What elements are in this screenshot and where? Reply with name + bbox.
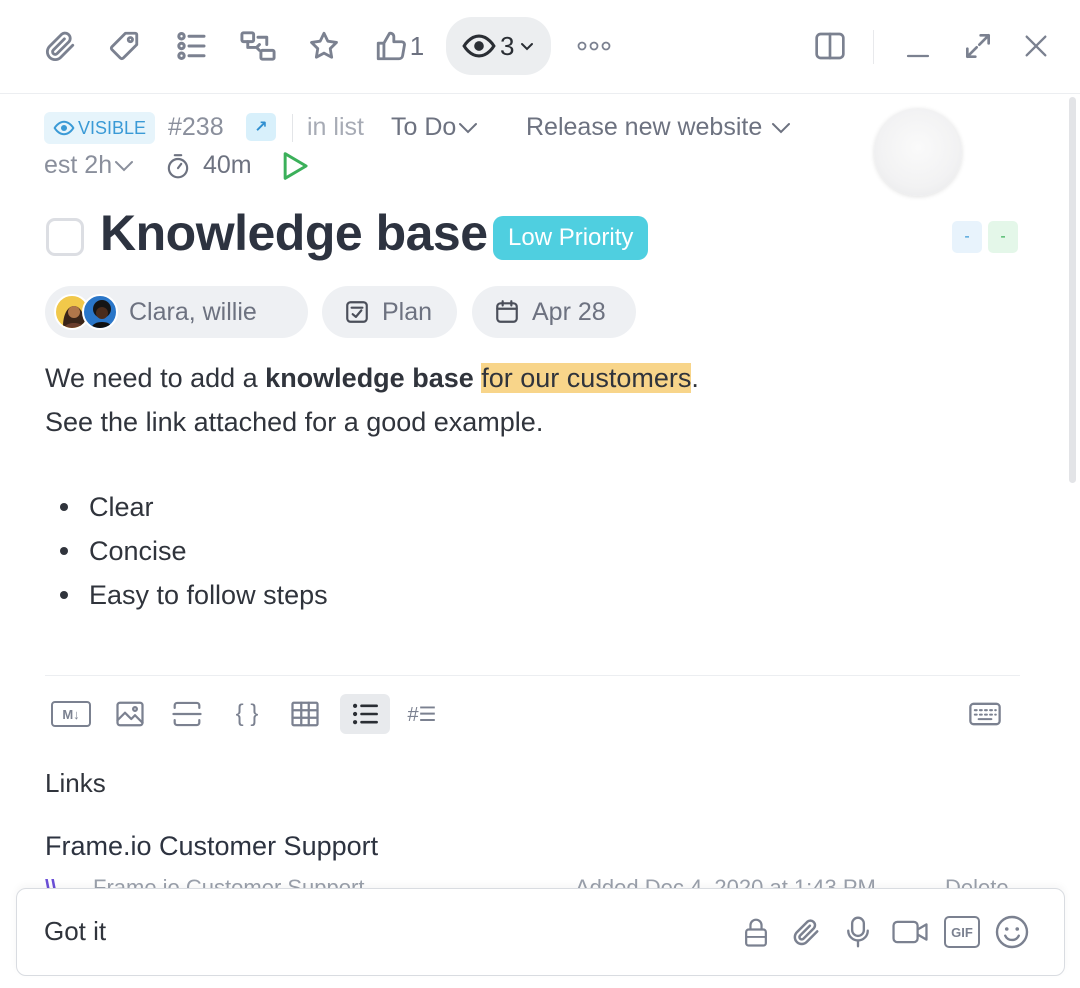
- image-icon[interactable]: [112, 694, 148, 734]
- lock-icon[interactable]: [738, 910, 774, 954]
- markdown-icon[interactable]: M↓: [50, 694, 92, 734]
- description-line-2: See the link attached for a good example…: [45, 407, 544, 437]
- assignee-avatar[interactable]: [874, 108, 962, 196]
- description-line-1: We need to add a knowledge base for our …: [45, 356, 699, 400]
- description-period: .: [691, 363, 699, 393]
- play-timer-icon[interactable]: [280, 150, 310, 182]
- open-link-icon[interactable]: ↗: [246, 113, 276, 141]
- time-tracked-value: 40m: [203, 151, 252, 179]
- chevron-down-icon: [115, 160, 134, 171]
- due-date-chip[interactable]: Apr 28: [472, 286, 636, 338]
- watchers-button[interactable]: 3: [446, 17, 552, 75]
- numbered-list-icon[interactable]: #☰: [402, 694, 442, 734]
- description-bullets: Clear Concise Easy to follow steps: [60, 485, 328, 617]
- status-value: To Do: [391, 113, 457, 141]
- checklist-icon[interactable]: [172, 22, 212, 70]
- side-panel-icon[interactable]: [812, 22, 848, 70]
- bullet-item: Clear: [60, 485, 328, 529]
- task-toolbar: 1 3: [0, 0, 1080, 94]
- list-name: Release new website: [526, 113, 763, 141]
- tag-icon[interactable]: [104, 22, 144, 70]
- meta-divider: [292, 114, 293, 142]
- divider: [45, 675, 1020, 676]
- eye-icon: [462, 34, 496, 58]
- task-description[interactable]: We need to add a knowledge base for our …: [45, 356, 699, 444]
- comment-text[interactable]: Got it: [44, 916, 106, 947]
- list-dropdown[interactable]: Release new website: [526, 113, 792, 142]
- assignees-chip[interactable]: Clara, willie: [45, 286, 308, 338]
- star-icon[interactable]: [306, 22, 342, 70]
- link-source[interactable]: Frame.io Customer Support: [93, 875, 364, 888]
- like-button[interactable]: 1: [372, 22, 426, 70]
- gif-icon[interactable]: GIF: [942, 910, 982, 954]
- task-title[interactable]: Knowledge base: [100, 204, 488, 262]
- assignees-names: Clara, willie: [129, 297, 257, 326]
- frameio-icon: \\: [45, 875, 58, 888]
- tag-green[interactable]: -: [988, 221, 1018, 253]
- stopwatch-icon: [167, 153, 189, 178]
- link-row: \\ Frame.io Customer Support Added Dec 4…: [45, 872, 1020, 888]
- watchers-count: 3: [500, 30, 515, 61]
- keyboard-icon[interactable]: [966, 694, 1004, 734]
- description-text: We need to add a: [45, 363, 266, 393]
- likes-count: 1: [409, 30, 425, 61]
- attachment-icon[interactable]: [788, 910, 824, 954]
- link-title[interactable]: Frame.io Customer Support: [45, 831, 378, 862]
- time-tracked[interactable]: 40m: [165, 151, 252, 180]
- task-complete-checkbox[interactable]: [46, 218, 84, 256]
- estimate-dropdown[interactable]: est 2h: [44, 151, 134, 180]
- eye-icon: [53, 120, 75, 136]
- tag-blue[interactable]: -: [952, 221, 982, 253]
- calendar-icon: [496, 300, 518, 323]
- bullet-item: Easy to follow steps: [60, 573, 328, 617]
- link-delete-button[interactable]: Delete: [945, 875, 1009, 888]
- expand-icon[interactable]: [960, 22, 996, 70]
- chevron-down-icon: [521, 43, 534, 51]
- visibility-label: VISIBLE: [78, 117, 147, 138]
- more-options-icon[interactable]: [574, 22, 614, 70]
- links-section-label: Links: [45, 768, 106, 798]
- chevron-down-icon: [772, 122, 791, 133]
- status-dropdown[interactable]: To Do: [391, 113, 478, 142]
- attachment-icon[interactable]: [40, 22, 80, 70]
- chevron-down-icon: [459, 122, 478, 133]
- minimize-icon[interactable]: [900, 22, 936, 70]
- in-list-label: in list: [307, 113, 364, 141]
- avatar-willie: [82, 294, 118, 330]
- table-icon[interactable]: [286, 694, 324, 734]
- emoji-icon[interactable]: [992, 910, 1032, 954]
- estimate-value: est 2h: [44, 151, 113, 179]
- banner-icon[interactable]: [168, 694, 206, 734]
- bulleted-list-icon[interactable]: [340, 694, 390, 734]
- due-date-value: Apr 28: [532, 297, 606, 326]
- bullet-item: Concise: [60, 529, 328, 573]
- link-added-date: Added Dec 4, 2020 at 1:43 PM: [575, 875, 876, 888]
- toolbar-divider: [873, 30, 874, 64]
- close-icon[interactable]: [1018, 22, 1054, 70]
- description-highlight: for our customers: [481, 363, 692, 393]
- microphone-icon[interactable]: [840, 910, 876, 954]
- checkbox-icon: [346, 301, 368, 323]
- task-id[interactable]: #238: [168, 113, 224, 142]
- description-bold: knowledge base: [265, 363, 474, 393]
- thumbs-up-icon: [376, 31, 406, 61]
- code-block-icon[interactable]: { }: [228, 694, 266, 734]
- video-icon[interactable]: [888, 910, 932, 954]
- visibility-badge[interactable]: VISIBLE: [44, 112, 156, 144]
- plan-chip[interactable]: Plan: [322, 286, 457, 338]
- priority-badge[interactable]: Low Priority: [493, 216, 649, 260]
- relationships-icon[interactable]: [236, 22, 280, 70]
- scrollbar-thumb[interactable]: [1069, 97, 1076, 483]
- plan-label: Plan: [382, 297, 433, 326]
